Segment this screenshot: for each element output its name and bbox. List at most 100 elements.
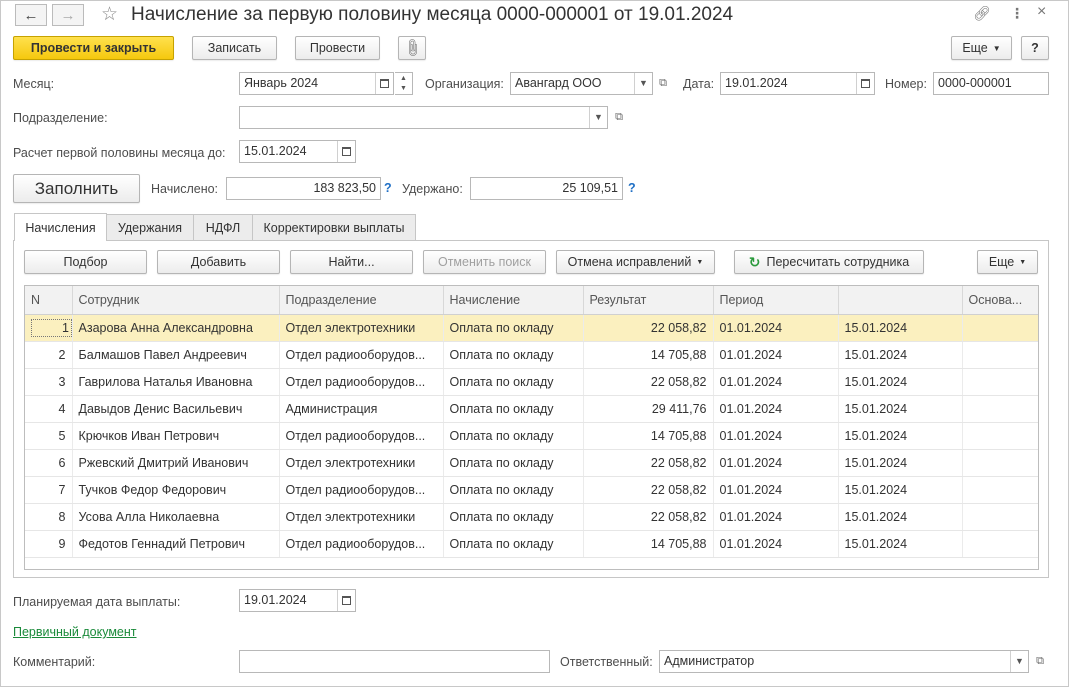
table-more-button[interactable]: Еще ▼: [977, 250, 1038, 274]
tab-accruals[interactable]: Начисления: [14, 213, 107, 241]
calendar-icon[interactable]: [337, 141, 355, 162]
cell-basis[interactable]: [962, 341, 1038, 369]
cell-basis[interactable]: [962, 476, 1038, 504]
cell-accrual[interactable]: Оплата по окладу: [443, 395, 584, 423]
table-row[interactable]: 4 Давыдов Денис Васильевич Администрация Оп…: [25, 395, 1038, 423]
cell-accrual[interactable]: Оплата по окладу: [443, 314, 584, 342]
dropdown-icon[interactable]: ▼: [1010, 651, 1028, 672]
cell-period-to[interactable]: 15.01.2024: [838, 314, 963, 342]
forward-button[interactable]: →: [52, 4, 84, 26]
tab-payment-corrections[interactable]: Корректировки выплаты: [252, 214, 416, 240]
back-button[interactable]: ←: [15, 4, 47, 26]
table-row[interactable]: 7 Тучков Федор Федорович Отдел радиооборуд…: [25, 476, 1038, 504]
cell-accrual[interactable]: Оплата по окладу: [443, 422, 584, 450]
cell-employee[interactable]: Балмашов Павел Андреевич: [72, 341, 280, 369]
close-icon[interactable]: ×: [1037, 3, 1046, 21]
cancel-fixes-button[interactable]: Отмена исправлений ▼: [556, 250, 715, 274]
help-button[interactable]: ?: [1021, 36, 1049, 60]
select-button[interactable]: Подбор: [24, 250, 147, 274]
row-number[interactable]: 9: [25, 530, 73, 558]
table-row[interactable]: 5 Крючков Иван Петрович Отдел радиооборудо…: [25, 422, 1038, 450]
cell-accrual[interactable]: Оплата по окладу: [443, 530, 584, 558]
comment-field[interactable]: [239, 650, 550, 673]
number-field[interactable]: 0000-000001: [933, 72, 1049, 95]
cell-division[interactable]: Отдел электротехники: [279, 314, 444, 342]
save-button[interactable]: Записать: [192, 36, 277, 60]
more-button[interactable]: Еще ▼: [951, 36, 1012, 60]
cell-result[interactable]: 14 705,88: [583, 422, 714, 450]
cell-result[interactable]: 22 058,82: [583, 314, 714, 342]
col-n[interactable]: N: [25, 286, 73, 315]
calendar-icon[interactable]: [856, 73, 874, 94]
cell-basis[interactable]: [962, 449, 1038, 477]
table-row[interactable]: 8 Усова Алла Николаевна Отдел электротехни…: [25, 503, 1038, 531]
cell-basis[interactable]: [962, 530, 1038, 558]
open-division-icon[interactable]: ⧉: [610, 107, 628, 128]
cell-employee[interactable]: Тучков Федор Федорович: [72, 476, 280, 504]
post-button[interactable]: Провести: [295, 36, 380, 60]
cancel-search-button[interactable]: Отменить поиск: [423, 250, 546, 274]
cell-division[interactable]: Отдел электротехники: [279, 449, 444, 477]
cell-period-from[interactable]: 01.01.2024: [713, 449, 839, 477]
row-number[interactable]: 1: [25, 314, 73, 342]
cell-division[interactable]: Отдел радиооборудов...: [279, 341, 444, 369]
col-period-end[interactable]: [838, 286, 963, 315]
cell-period-from[interactable]: 01.01.2024: [713, 395, 839, 423]
cell-period-to[interactable]: 15.01.2024: [838, 449, 963, 477]
cell-result[interactable]: 14 705,88: [583, 530, 714, 558]
cell-result[interactable]: 22 058,82: [583, 449, 714, 477]
cell-result[interactable]: 29 411,76: [583, 395, 714, 423]
cell-period-to[interactable]: 15.01.2024: [838, 422, 963, 450]
cell-division[interactable]: Отдел электротехники: [279, 503, 444, 531]
tab-ndfl[interactable]: НДФЛ: [193, 214, 253, 240]
table-row[interactable]: 9 Федотов Геннадий Петрович Отдел радиообо…: [25, 530, 1038, 558]
stepper-up-icon[interactable]: ▲: [400, 75, 407, 82]
cell-basis[interactable]: [962, 503, 1038, 531]
row-number[interactable]: 3: [25, 368, 73, 396]
dropdown-icon[interactable]: ▼: [634, 73, 652, 94]
cell-period-from[interactable]: 01.01.2024: [713, 341, 839, 369]
cell-period-from[interactable]: 01.01.2024: [713, 530, 839, 558]
cell-division[interactable]: Отдел радиооборудов...: [279, 476, 444, 504]
cell-accrual[interactable]: Оплата по окладу: [443, 449, 584, 477]
accrued-help-icon[interactable]: ?: [384, 181, 392, 195]
recalc-employee-button[interactable]: ↻ Пересчитать сотрудника: [734, 250, 924, 274]
cell-employee[interactable]: Федотов Геннадий Петрович: [72, 530, 280, 558]
row-number[interactable]: 8: [25, 503, 73, 531]
row-number[interactable]: 2: [25, 341, 73, 369]
month-stepper[interactable]: ▲ ▼: [395, 72, 413, 95]
attach-button[interactable]: 📎︎: [398, 36, 426, 60]
cell-result[interactable]: 14 705,88: [583, 341, 714, 369]
cell-period-from[interactable]: 01.01.2024: [713, 422, 839, 450]
cell-accrual[interactable]: Оплата по окладу: [443, 503, 584, 531]
table-row[interactable]: 1 Азарова Анна Александровна Отдел электро…: [25, 314, 1038, 342]
cell-employee[interactable]: Усова Алла Николаевна: [72, 503, 280, 531]
row-number[interactable]: 7: [25, 476, 73, 504]
cell-employee[interactable]: Крючков Иван Петрович: [72, 422, 280, 450]
cell-accrual[interactable]: Оплата по окладу: [443, 368, 584, 396]
cell-result[interactable]: 22 058,82: [583, 368, 714, 396]
cell-basis[interactable]: [962, 422, 1038, 450]
calendar-icon[interactable]: [375, 73, 393, 94]
date-field[interactable]: 19.01.2024: [720, 72, 875, 95]
stepper-down-icon[interactable]: ▼: [400, 85, 407, 92]
cell-accrual[interactable]: Оплата по окладу: [443, 476, 584, 504]
cell-accrual[interactable]: Оплата по окладу: [443, 341, 584, 369]
responsible-field[interactable]: Администратор ▼: [659, 650, 1029, 673]
cell-period-from[interactable]: 01.01.2024: [713, 503, 839, 531]
calc-until-field[interactable]: 15.01.2024: [239, 140, 356, 163]
row-number[interactable]: 5: [25, 422, 73, 450]
org-field[interactable]: Авангард ООО ▼: [510, 72, 653, 95]
col-employee[interactable]: Сотрудник: [72, 286, 280, 315]
col-basis[interactable]: Основа...: [962, 286, 1038, 315]
month-field[interactable]: Январь 2024: [239, 72, 394, 95]
cell-period-to[interactable]: 15.01.2024: [838, 503, 963, 531]
fill-button[interactable]: Заполнить: [13, 174, 140, 203]
dropdown-icon[interactable]: ▼: [589, 107, 607, 128]
table-row[interactable]: 6 Ржевский Дмитрий Иванович Отдел электрот…: [25, 449, 1038, 477]
cell-division[interactable]: Администрация: [279, 395, 444, 423]
row-number[interactable]: 6: [25, 449, 73, 477]
link-icon[interactable]: 🔗︎: [973, 5, 991, 22]
table-row[interactable]: 3 Гаврилова Наталья Ивановна Отдел радиооб…: [25, 368, 1038, 396]
col-result[interactable]: Результат: [583, 286, 714, 315]
